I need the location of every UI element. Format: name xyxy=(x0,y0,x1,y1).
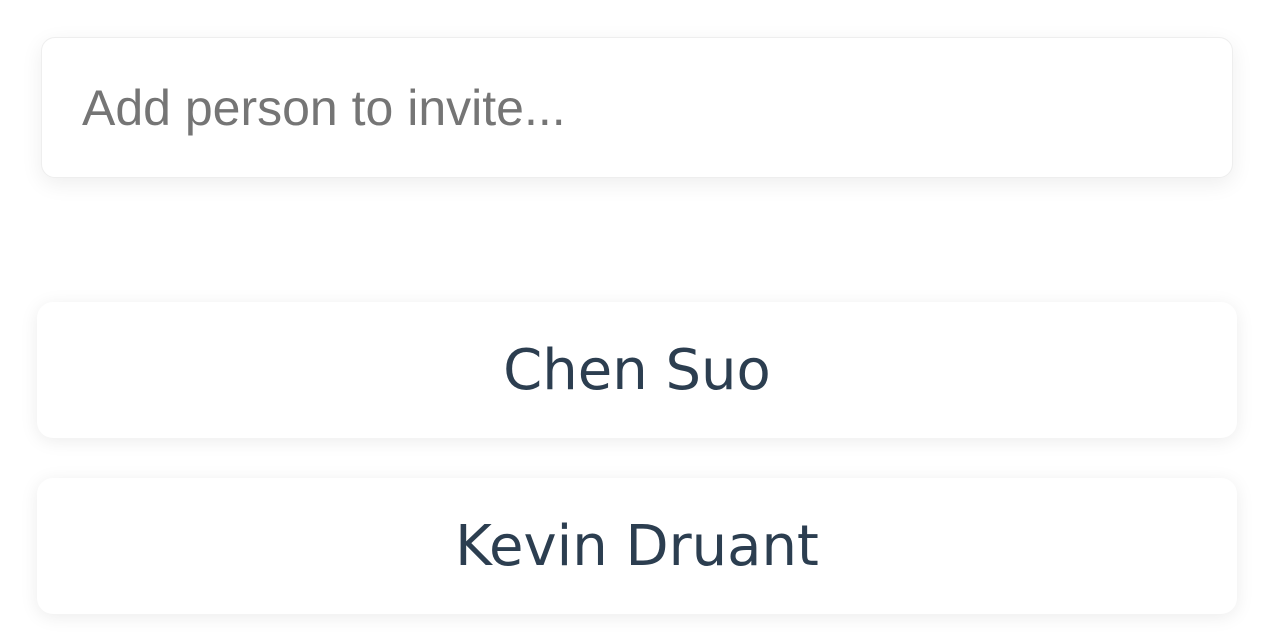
person-list-item[interactable]: Kevin Druant xyxy=(37,478,1237,614)
person-list-item[interactable]: Chen Suo xyxy=(37,302,1237,438)
invite-search-input[interactable] xyxy=(42,38,1232,177)
invite-search-container xyxy=(41,37,1233,178)
person-name: Chen Suo xyxy=(503,337,771,403)
person-name: Kevin Druant xyxy=(455,513,819,579)
